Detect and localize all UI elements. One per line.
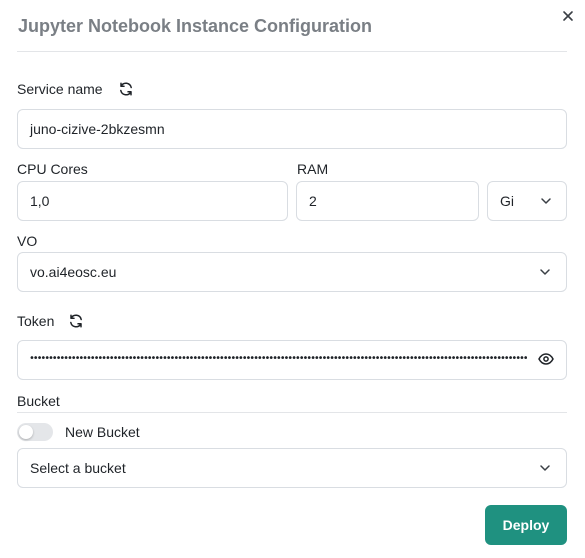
ram-unit-select[interactable]: Gi xyxy=(487,181,567,221)
chevron-down-icon xyxy=(540,269,550,275)
ram-unit-value: Gi xyxy=(500,193,514,209)
refresh-token-icon[interactable] xyxy=(68,313,84,329)
bucket-divider xyxy=(17,412,567,413)
title-divider xyxy=(17,51,567,52)
chevron-down-icon xyxy=(540,465,550,471)
ram-input[interactable]: 2 xyxy=(296,181,479,221)
ram-label: RAM xyxy=(297,161,329,177)
service-name-label: Service name xyxy=(17,81,103,97)
cpu-cores-value: 1,0 xyxy=(30,193,50,209)
bucket-select-placeholder: Select a bucket xyxy=(30,460,126,476)
chevron-down-icon xyxy=(541,198,551,204)
toggle-knob xyxy=(19,425,33,439)
token-label: Token xyxy=(17,313,55,329)
dialog-title: Jupyter Notebook Instance Configuration xyxy=(18,16,373,36)
close-icon[interactable] xyxy=(561,9,575,23)
deploy-button[interactable]: Deploy xyxy=(485,505,567,545)
refresh-service-name-icon[interactable] xyxy=(118,81,134,97)
cpu-cores-input[interactable]: 1,0 xyxy=(17,181,288,221)
service-name-value: juno-cizive-2bkzesmn xyxy=(30,121,165,137)
new-bucket-label: New Bucket xyxy=(65,424,140,440)
vo-label: VO xyxy=(17,233,38,249)
eye-icon[interactable] xyxy=(538,353,554,365)
service-name-input[interactable]: juno-cizive-2bkzesmn xyxy=(17,109,567,149)
token-masked-value: ••••••••••••••••••••••••••••••••••••••••… xyxy=(29,353,527,364)
bucket-select[interactable]: Select a bucket xyxy=(17,448,567,488)
ram-value: 2 xyxy=(309,193,317,209)
cpu-cores-label: CPU Cores xyxy=(17,161,88,177)
vo-value: vo.ai4eosc.eu xyxy=(30,264,117,280)
bucket-label: Bucket xyxy=(17,393,60,409)
new-bucket-toggle[interactable] xyxy=(17,423,53,441)
vo-select[interactable]: vo.ai4eosc.eu xyxy=(17,252,567,292)
